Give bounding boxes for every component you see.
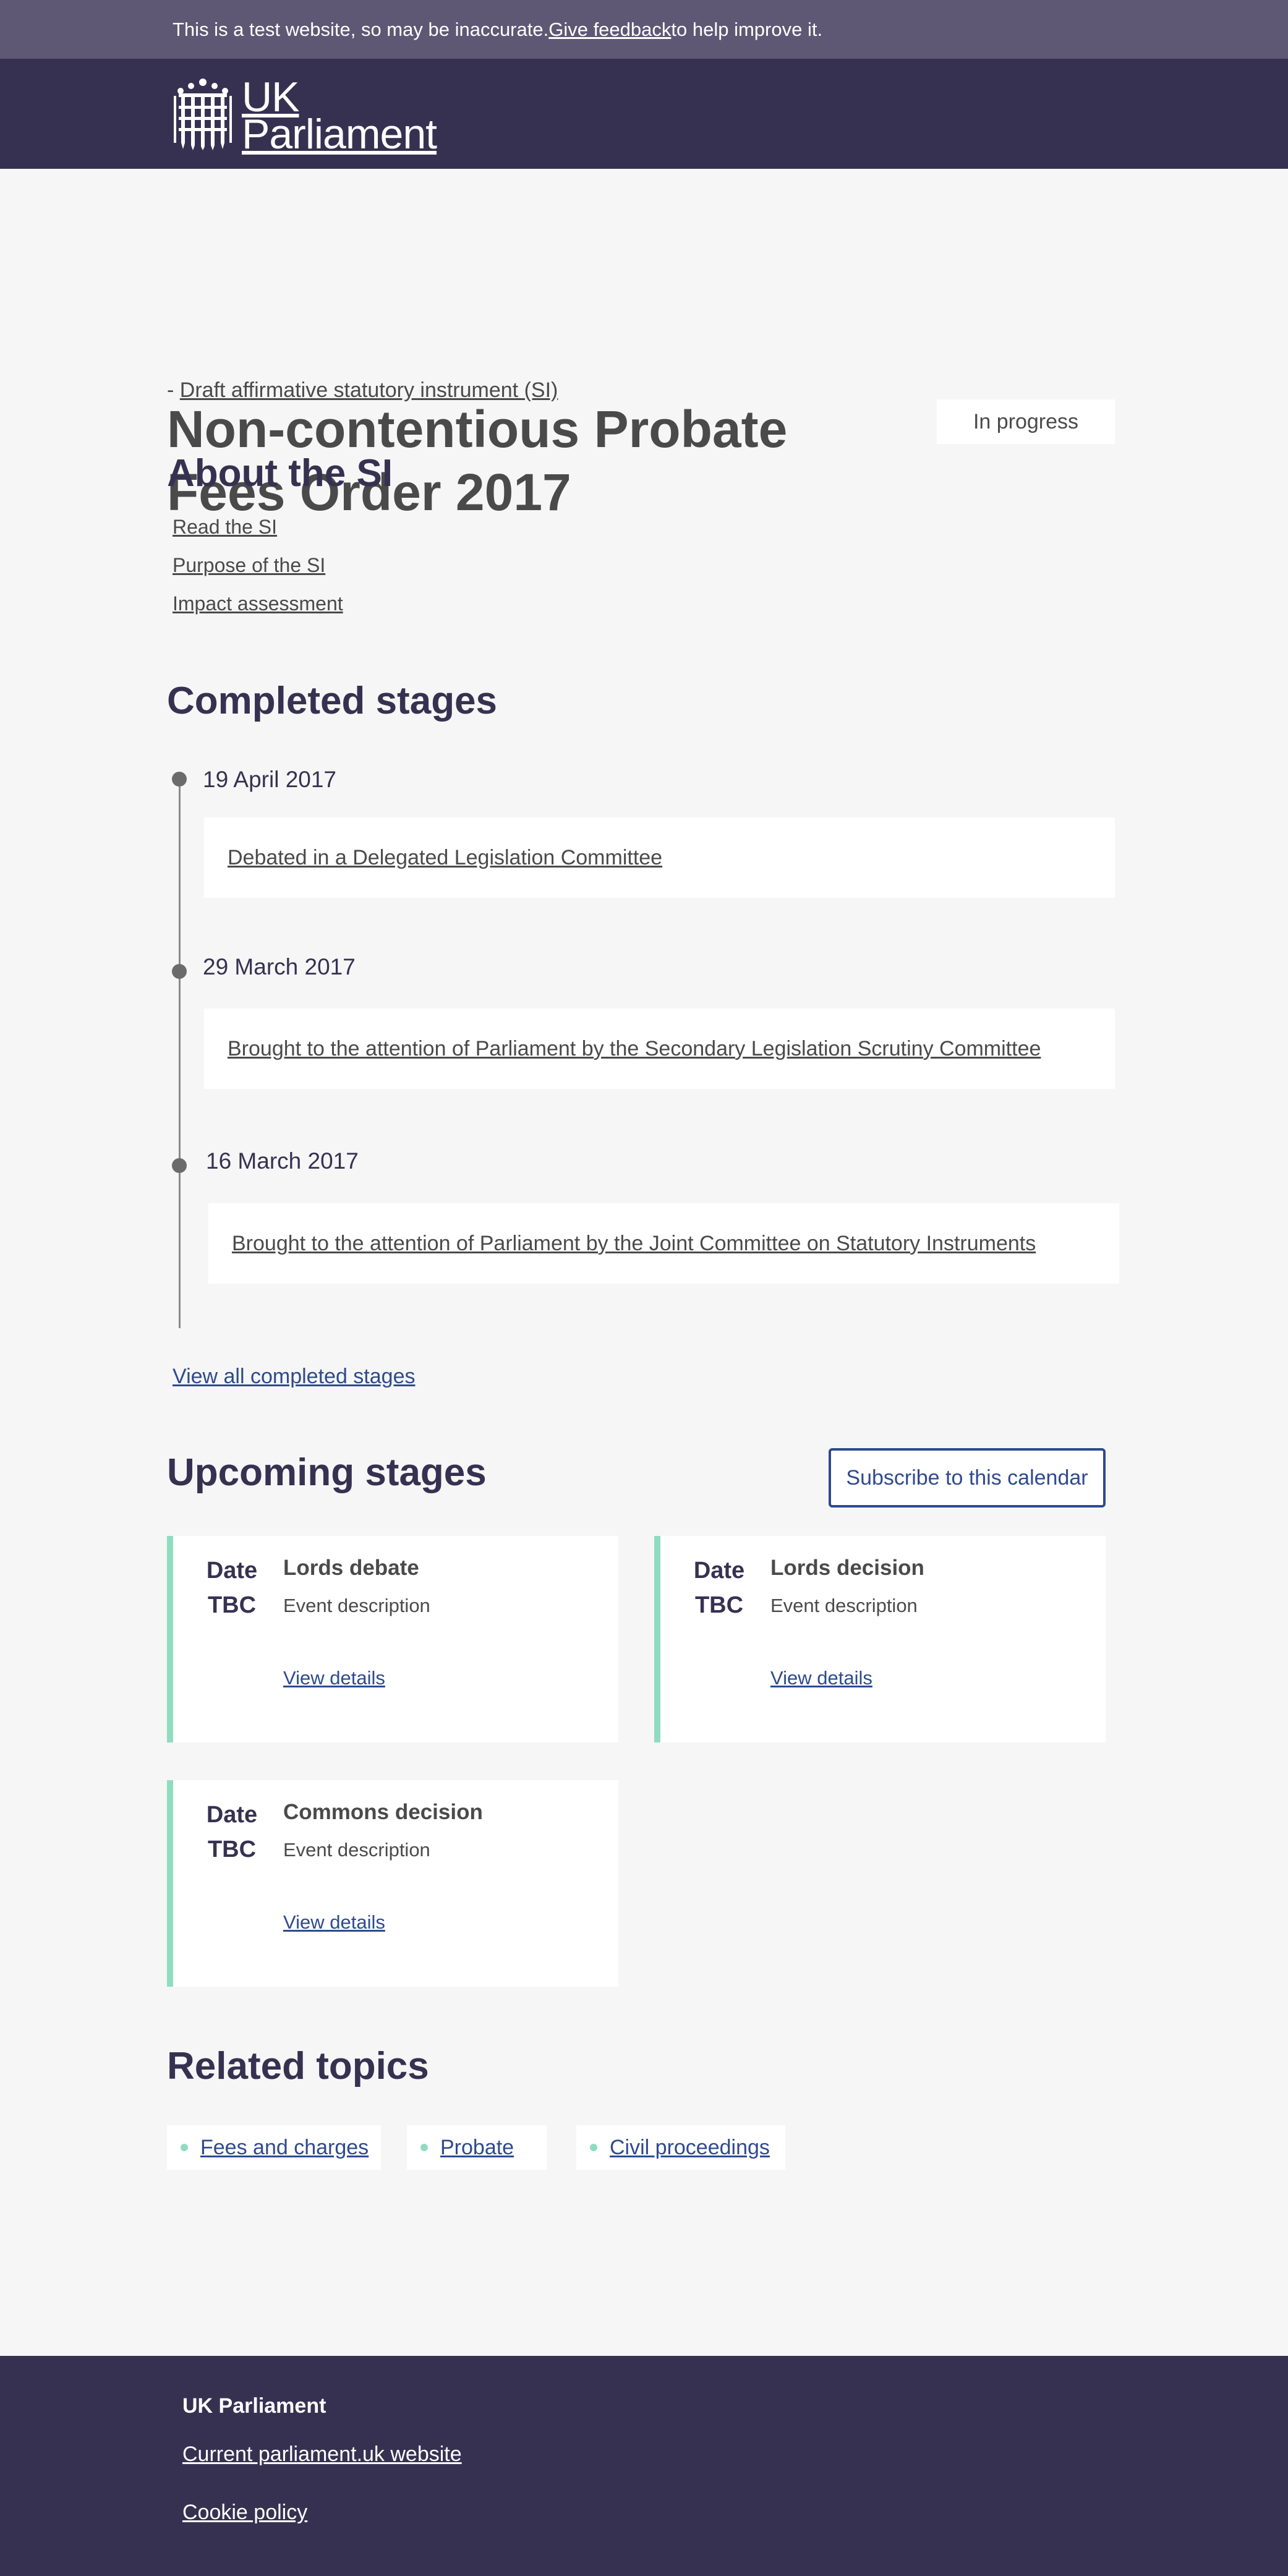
timeline-dot [172,1158,187,1173]
event-date-value: TBC [207,1836,257,1862]
topic-link[interactable]: Fees and charges [200,2136,369,2160]
event-date-value: TBC [207,1592,257,1618]
site-header: UK Parliament [0,59,1288,169]
test-site-banner: This is a test website, so may be inaccu… [0,0,1288,59]
event-description: Event description [283,1839,430,1861]
banner-text-before: This is a test website, so may be inaccu… [173,18,549,40]
give-feedback-link[interactable]: Give feedback [548,19,671,41]
view-all-completed: View all completed stages [173,1365,415,1389]
event-name: Commons decision [283,1800,483,1824]
about-links: Read the SI Purpose of the SI Impact ass… [173,516,343,631]
event-date: Date TBC [204,1798,260,1867]
banner-text-after: to help improve it. [671,18,823,40]
view-details-link[interactable]: View details [283,1911,385,1933]
event-card: Date TBC Lords decision Event descriptio… [654,1536,1106,1742]
event-name: Lords debate [283,1556,419,1580]
footer-title: UK Parliament [182,2394,326,2418]
event-date-label: Date [206,1558,258,1584]
event-date-label: Date [693,1558,745,1584]
bullet-icon [590,2144,597,2151]
topic-tag: Fees and charges [167,2125,381,2170]
read-si-link[interactable]: Read the SI [173,516,277,538]
stage-event-link[interactable]: Brought to the attention of Parliament b… [228,1037,1041,1061]
event-card: Date TBC Commons decision Event descript… [167,1780,618,1987]
event-date-label: Date [206,1802,258,1828]
timeline-dot [172,964,187,979]
list-item: Read the SI [173,516,343,554]
topic-tag: Civil proceedings [576,2125,785,2170]
bullet-icon [181,2144,188,2151]
subscribe-calendar-button[interactable]: Subscribe to this calendar [829,1448,1106,1508]
event-date: Date TBC [691,1553,747,1623]
stage-date: 29 March 2017 [203,954,356,979]
list-item: Purpose of the SI [173,554,343,592]
site-footer: UK Parliament Current parliament.uk webs… [0,2356,1288,2576]
event-date: Date TBC [204,1553,260,1623]
portcullis-icon [173,77,233,153]
event-description: Event description [770,1595,918,1616]
view-details-link[interactable]: View details [283,1667,385,1689]
timeline-line [179,778,181,1328]
event-name: Lords decision [770,1556,924,1580]
list-item: Impact assessment [173,592,343,631]
impact-assessment-link[interactable]: Impact assessment [173,592,343,615]
logo-line-2: Parliament [242,111,437,158]
timeline-dot [172,772,187,787]
si-type-prefix: - [167,378,180,402]
upcoming-stages-heading: Upcoming stages [167,1451,487,1494]
view-all-completed-link[interactable]: View all completed stages [173,1365,415,1388]
si-type-line: - Draft affirmative statutory instrument… [167,378,558,403]
event-card: Date TBC Lords debate Event description … [167,1536,618,1742]
about-heading: About the SI [167,452,393,495]
stage-card: Debated in a Delegated Legislation Commi… [204,817,1115,898]
cookie-policy-link[interactable]: Cookie policy [182,2501,307,2524]
stage-date: 16 March 2017 [206,1148,359,1174]
current-parliament-link[interactable]: Current parliament.uk website [182,2442,462,2466]
related-topics-heading: Related topics [167,2045,429,2088]
view-details-link[interactable]: View details [770,1667,872,1689]
topic-link[interactable]: Civil proceedings [610,2136,770,2160]
purpose-si-link[interactable]: Purpose of the SI [173,554,325,576]
bullet-icon [420,2144,428,2151]
topic-tag: Probate [407,2125,547,2170]
topic-link[interactable]: Probate [440,2136,514,2160]
status-badge: In progress [937,399,1115,444]
stage-event-link[interactable]: Debated in a Delegated Legislation Commi… [228,846,662,870]
event-date-value: TBC [694,1592,744,1618]
si-type-link[interactable]: Draft affirmative statutory instrument (… [180,378,558,402]
uk-parliament-logo[interactable]: UK Parliament [173,76,437,155]
completed-stages-heading: Completed stages [167,680,498,722]
event-description: Event description [283,1595,430,1616]
stage-date: 19 April 2017 [203,767,337,792]
logo-wordmark: UK Parliament [242,76,437,155]
stage-card: Brought to the attention of Parliament b… [208,1203,1119,1284]
stage-event-link[interactable]: Brought to the attention of Parliament b… [232,1232,1036,1256]
stage-card: Brought to the attention of Parliament b… [204,1009,1115,1089]
